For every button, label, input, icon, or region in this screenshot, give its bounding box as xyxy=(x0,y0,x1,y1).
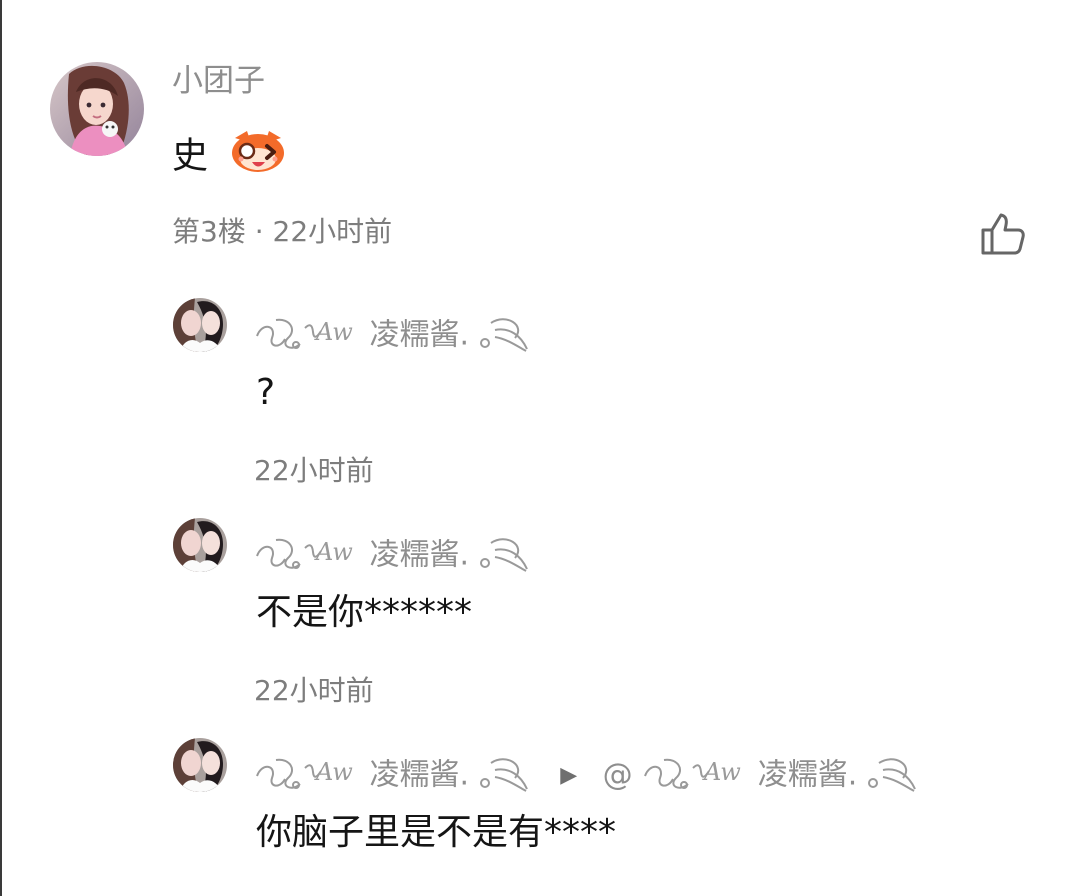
reply-text: ? xyxy=(256,372,276,413)
right-swirl-decoration-icon xyxy=(479,312,533,360)
left-swirl-decoration-icon: Aw xyxy=(254,312,360,360)
reply-text: 你脑子里是不是有**** xyxy=(256,812,617,853)
right-swirl-decoration-icon xyxy=(479,532,533,580)
comment-floor-time: 第3楼 · 22小时前 xyxy=(172,215,393,248)
reply-arrow-icon: ▶ xyxy=(560,763,578,788)
left-swirl-decoration-icon: Aw xyxy=(642,752,748,800)
user-avatar[interactable] xyxy=(50,62,144,156)
thumbs-up-icon[interactable] xyxy=(976,208,1028,260)
anime-girl-avatar-image xyxy=(50,62,144,156)
svg-text:Aw: Aw xyxy=(314,538,353,566)
comment-text-label: 史 xyxy=(172,135,209,177)
reply-to-username-text: 凌糯酱. xyxy=(757,757,858,793)
right-swirl-decoration-icon xyxy=(867,752,921,800)
reply-text: 不是你****** xyxy=(256,592,473,633)
reply-username-text: 凌糯酱. xyxy=(369,757,470,793)
reply-username-line[interactable]: Aw 凌糯酱. xyxy=(254,532,533,580)
two-girls-avatar-image xyxy=(173,518,227,572)
reply-username-text: 凌糯酱. xyxy=(369,537,470,573)
reply-to-at-symbol: @ xyxy=(602,757,633,793)
reply-avatar[interactable] xyxy=(173,298,227,352)
left-swirl-decoration-icon: Aw xyxy=(254,532,360,580)
reply-username-line[interactable]: Aw 凌糯酱. xyxy=(254,312,533,360)
reply-time: 22小时前 xyxy=(254,674,374,707)
comment-text: 史 xyxy=(172,131,289,181)
reply-time: 22小时前 xyxy=(254,454,374,487)
two-girls-avatar-image xyxy=(173,738,227,792)
reply-avatar[interactable] xyxy=(173,738,227,792)
left-swirl-decoration-icon: Aw xyxy=(254,752,360,800)
svg-text:Aw: Aw xyxy=(314,758,353,786)
reply-username-text: 凌糯酱. xyxy=(369,317,470,353)
svg-text:Aw: Aw xyxy=(314,318,353,346)
left-edge-divider xyxy=(0,0,2,896)
reply-avatar[interactable] xyxy=(173,518,227,572)
reply-username-line[interactable]: Aw 凌糯酱. ▶ @ Aw 凌糯酱. xyxy=(254,752,921,800)
comment-username[interactable]: 小团子 xyxy=(172,66,265,97)
right-swirl-decoration-icon xyxy=(479,752,533,800)
svg-text:Aw: Aw xyxy=(702,758,741,786)
laughing-fox-emoji-icon xyxy=(227,128,289,181)
two-girls-avatar-image xyxy=(173,298,227,352)
